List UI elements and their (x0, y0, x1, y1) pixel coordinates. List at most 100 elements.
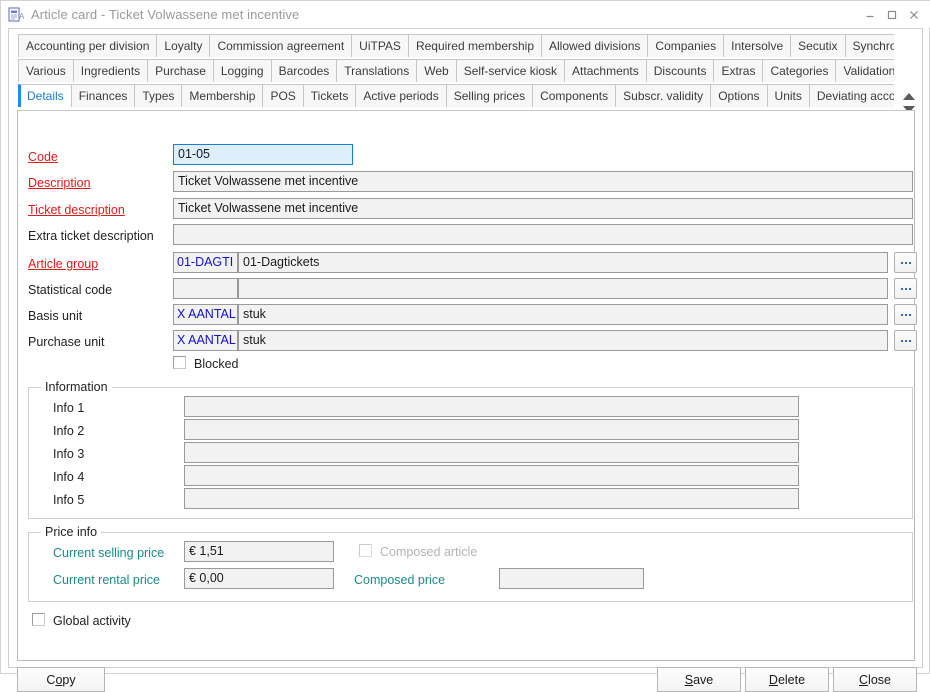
close-button-label: Close (859, 673, 891, 687)
tab-uitpas[interactable]: UiTPAS (351, 34, 409, 57)
tab-ingredients[interactable]: Ingredients (73, 59, 148, 82)
description-label: Description (28, 175, 91, 191)
info-3-input[interactable] (184, 442, 799, 463)
tab-finances[interactable]: Finances (71, 84, 136, 107)
tab-options[interactable]: Options (710, 84, 767, 107)
info-5-input[interactable] (184, 488, 799, 509)
current-rental-price-value: € 0,00 (184, 568, 334, 589)
purchase-unit-browse-button[interactable] (894, 330, 917, 351)
article-group-browse-button[interactable] (894, 252, 917, 273)
extra-ticket-description-input[interactable] (173, 224, 913, 245)
statistical-code-browse-button[interactable] (894, 278, 917, 299)
window-controls (859, 1, 925, 28)
tab-selling-prices[interactable]: Selling prices (446, 84, 533, 107)
copy-button[interactable]: Copy (17, 667, 105, 692)
svg-text:A: A (19, 12, 24, 21)
statistical-code-code-input[interactable] (173, 278, 238, 299)
info-4-input[interactable] (184, 465, 799, 486)
info-1-input[interactable] (184, 396, 799, 417)
tab-types[interactable]: Types (134, 84, 182, 107)
tab-extras[interactable]: Extras (713, 59, 763, 82)
statistical-code-label: Statistical code (28, 282, 112, 298)
scroll-up-icon[interactable] (903, 93, 915, 100)
tab-various[interactable]: Various (18, 59, 74, 82)
composed-price-label: Composed price (354, 572, 445, 588)
basis-unit-code-input[interactable]: X AANTAL (173, 304, 238, 325)
title-bar: A Article card - Ticket Volwassene met i… (1, 1, 930, 28)
article-card-icon: A (8, 7, 24, 23)
tab-row-3: Details Finances Types Membership POS Ti… (10, 84, 894, 109)
tab-barcodes[interactable]: Barcodes (271, 59, 338, 82)
minimize-button[interactable] (859, 5, 881, 25)
delete-button[interactable]: Delete (745, 667, 829, 692)
tab-categories[interactable]: Categories (762, 59, 836, 82)
tab-loyalty[interactable]: Loyalty (156, 34, 210, 57)
description-input[interactable]: Ticket Volwassene met incentive (173, 171, 913, 192)
current-selling-price-value: € 1,51 (184, 541, 334, 562)
info-2-input[interactable] (184, 419, 799, 440)
maximize-button[interactable] (881, 5, 903, 25)
basis-unit-label: Basis unit (28, 308, 82, 324)
tab-tickets[interactable]: Tickets (303, 84, 357, 107)
composed-price-value (499, 568, 644, 589)
delete-button-label: Delete (769, 673, 805, 687)
tab-membership[interactable]: Membership (181, 84, 263, 107)
tab-discounts[interactable]: Discounts (646, 59, 715, 82)
details-tab-panel: Code 01-05 Description Ticket Volwassene… (17, 110, 915, 661)
tab-synchronisations[interactable]: Synchronisations (845, 34, 895, 57)
article-group-label: Article group (28, 256, 98, 272)
code-input[interactable]: 01-05 (173, 144, 353, 165)
blocked-label: Blocked (194, 356, 238, 372)
tab-subscr-validity[interactable]: Subscr. validity (615, 84, 711, 107)
purchase-unit-label: Purchase unit (28, 334, 104, 350)
close-button[interactable]: Close (833, 667, 917, 692)
tab-logging[interactable]: Logging (213, 59, 272, 82)
tab-validation-when-sold[interactable]: Validation when sold (835, 59, 894, 82)
tab-purchase[interactable]: Purchase (147, 59, 214, 82)
copy-button-label: Copy (46, 673, 75, 687)
global-activity-checkbox[interactable] (32, 613, 45, 626)
basis-unit-name-input[interactable]: stuk (238, 304, 888, 325)
tab-secutix[interactable]: Secutix (790, 34, 845, 57)
composed-article-checkbox (359, 544, 372, 557)
price-info-group: Price info Current selling price € 1,51 … (28, 532, 913, 602)
info-1-label: Info 1 (53, 400, 84, 416)
tab-accounting-per-division[interactable]: Accounting per division (18, 34, 157, 57)
purchase-unit-code-input[interactable]: X AANTAL (173, 330, 238, 351)
tab-intersolve[interactable]: Intersolve (723, 34, 791, 57)
tab-deviating-accounts[interactable]: Deviating accounts (809, 84, 894, 107)
tab-translations[interactable]: Translations (336, 59, 417, 82)
information-group: Information Info 1 Info 2 Info 3 Info 4 … (28, 387, 913, 519)
purchase-unit-name-input[interactable]: stuk (238, 330, 888, 351)
tab-allowed-divisions[interactable]: Allowed divisions (541, 34, 648, 57)
statistical-code-name-input[interactable] (238, 278, 888, 299)
save-button[interactable]: Save (657, 667, 741, 692)
client-area: Accounting per division Loyalty Commissi… (8, 28, 923, 668)
tab-companies[interactable]: Companies (647, 34, 724, 57)
ticket-description-input[interactable]: Ticket Volwassene met incentive (173, 198, 913, 219)
tab-row-1: Accounting per division Loyalty Commissi… (10, 34, 894, 59)
basis-unit-browse-button[interactable] (894, 304, 917, 325)
tab-pos[interactable]: POS (262, 84, 303, 107)
close-icon[interactable] (903, 5, 925, 25)
window-title: Article card - Ticket Volwassene met inc… (31, 7, 299, 22)
tab-self-service-kiosk[interactable]: Self-service kiosk (456, 59, 565, 82)
info-2-label: Info 2 (53, 423, 84, 439)
tab-commission-agreement[interactable]: Commission agreement (209, 34, 352, 57)
extra-ticket-description-label: Extra ticket description (28, 228, 154, 244)
article-group-code-input[interactable]: 01-DAGTI (173, 252, 238, 273)
tab-components[interactable]: Components (532, 84, 616, 107)
blocked-checkbox[interactable] (173, 356, 186, 369)
tab-units[interactable]: Units (767, 84, 810, 107)
tab-active-periods[interactable]: Active periods (355, 84, 446, 107)
article-group-name-input[interactable]: 01-Dagtickets (238, 252, 888, 273)
tab-required-membership[interactable]: Required membership (408, 34, 542, 57)
info-5-label: Info 5 (53, 492, 84, 508)
current-selling-price-label: Current selling price (53, 545, 164, 561)
tab-strip: Accounting per division Loyalty Commissi… (10, 30, 894, 110)
tab-attachments[interactable]: Attachments (564, 59, 647, 82)
tab-web[interactable]: Web (416, 59, 456, 82)
tab-details[interactable]: Details (18, 84, 72, 107)
tab-row-2: Various Ingredients Purchase Logging Bar… (10, 59, 894, 84)
code-label: Code (28, 149, 58, 165)
